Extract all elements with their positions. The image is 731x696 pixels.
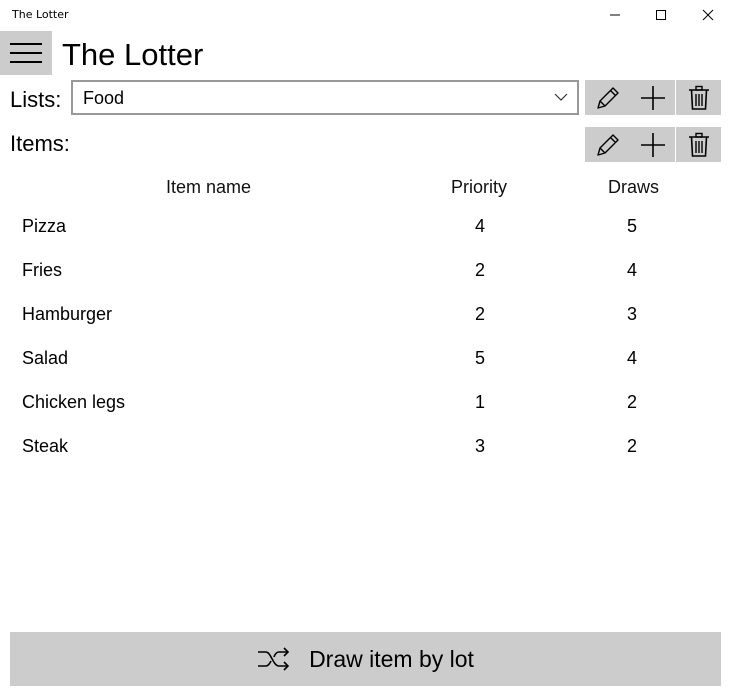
column-header-item-name[interactable]: Item name xyxy=(166,176,251,198)
item-name-cell: Fries xyxy=(22,260,62,280)
item-name-cell: Pizza xyxy=(22,216,67,236)
draws-cell: 4 xyxy=(626,348,637,368)
draw-item-button[interactable]: Draw item by lot xyxy=(10,632,721,686)
add-item-button[interactable] xyxy=(630,127,675,162)
items-label: Items: xyxy=(10,131,70,156)
minimize-button[interactable] xyxy=(592,0,638,30)
window-title: The Lotter xyxy=(12,8,69,21)
edit-list-button[interactable] xyxy=(585,80,630,115)
column-header-priority[interactable]: Priority xyxy=(451,176,507,198)
close-icon xyxy=(702,9,714,21)
lists-dropdown-value: Food xyxy=(83,88,125,108)
table-row[interactable]: Fries 2 4 xyxy=(0,248,731,292)
item-name-cell: Hamburger xyxy=(22,304,113,324)
draws-cell: 4 xyxy=(626,260,637,280)
table-row[interactable]: Steak 3 2 xyxy=(0,424,731,468)
delete-icon xyxy=(688,132,709,157)
hamburger-icon xyxy=(10,43,42,63)
priority-cell: 4 xyxy=(474,216,485,236)
priority-cell: 2 xyxy=(474,304,485,324)
draws-cell: 2 xyxy=(626,436,637,456)
minimize-icon xyxy=(610,14,620,16)
title-bar: The Lotter xyxy=(0,0,731,30)
lists-dropdown[interactable]: Food xyxy=(71,80,579,115)
column-header-draws[interactable]: Draws xyxy=(608,176,659,198)
draws-cell: 2 xyxy=(626,392,637,412)
edit-icon xyxy=(596,133,619,156)
menu-button[interactable] xyxy=(0,31,52,75)
priority-cell: 5 xyxy=(474,348,485,368)
maximize-icon xyxy=(656,10,666,20)
chevron-down-icon xyxy=(554,93,568,101)
draw-item-label: Draw item by lot xyxy=(309,645,474,672)
add-icon xyxy=(640,85,665,110)
table-row[interactable]: Salad 5 4 xyxy=(0,336,731,380)
item-name-cell: Chicken legs xyxy=(22,392,126,412)
delete-icon xyxy=(688,85,709,110)
priority-cell: 3 xyxy=(474,436,485,456)
draws-cell: 5 xyxy=(626,216,637,236)
priority-cell: 2 xyxy=(474,260,485,280)
app-title: The Lotter xyxy=(62,37,204,72)
delete-item-button[interactable] xyxy=(676,127,721,162)
table-row[interactable]: Pizza 4 5 xyxy=(0,204,731,248)
edit-icon xyxy=(596,86,619,109)
table-row[interactable]: Hamburger 2 3 xyxy=(0,292,731,336)
shuffle-icon xyxy=(258,647,290,671)
add-list-button[interactable] xyxy=(630,80,675,115)
item-name-cell: Steak xyxy=(22,436,69,456)
maximize-button[interactable] xyxy=(638,0,684,30)
add-icon xyxy=(640,132,665,157)
item-name-cell: Salad xyxy=(22,348,69,368)
items-table: Pizza 4 5 Fries 2 4 Hamburger 2 3 Salad … xyxy=(0,204,731,468)
delete-list-button[interactable] xyxy=(676,80,721,115)
edit-item-button[interactable] xyxy=(585,127,630,162)
lists-label: Lists: xyxy=(10,87,62,112)
priority-cell: 1 xyxy=(474,392,485,412)
close-button[interactable] xyxy=(685,0,731,30)
draws-cell: 3 xyxy=(626,304,637,324)
table-row[interactable]: Chicken legs 1 2 xyxy=(0,380,731,424)
